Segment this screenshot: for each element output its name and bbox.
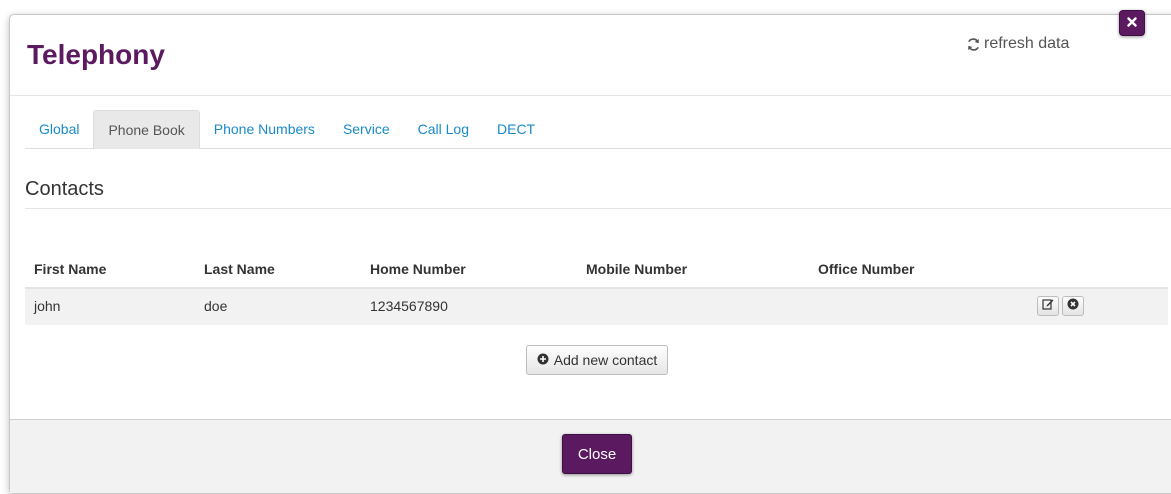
edit-contact-button[interactable] [1037,296,1059,316]
column-last-name: Last Name [204,261,275,277]
modal-title: Telephony [27,39,165,70]
cell-last-name: doe [204,298,228,314]
add-new-contact-label: Add new contact [553,352,658,368]
refresh-icon [966,37,981,52]
modal-footer: Close [10,419,1171,493]
refresh-data-label: refresh data [984,35,1070,52]
section-divider [25,208,1171,209]
refresh-data-link[interactable]: refresh data [966,35,1069,53]
contacts-heading: Contacts [25,178,104,200]
telephony-modal: Telephony refresh data Global Phone Book… [9,14,1171,494]
tab-dect[interactable]: DECT [483,110,549,148]
edit-icon [1042,297,1054,315]
row-actions [1037,296,1084,316]
close-icon [1127,14,1137,32]
table-header: First Name Last Name Home Number Mobile … [25,257,1168,289]
column-office-number: Office Number [818,261,915,277]
contacts-table: First Name Last Name Home Number Mobile … [25,257,1168,325]
close-button[interactable]: Close [562,434,632,474]
column-mobile-number: Mobile Number [586,261,688,277]
tab-bar: Global Phone Book Phone Numbers Service … [25,110,1171,149]
delete-icon [1067,297,1079,315]
tab-service[interactable]: Service [329,110,404,148]
tab-phone-numbers[interactable]: Phone Numbers [200,110,329,148]
column-home-number: Home Number [370,261,466,277]
delete-contact-button[interactable] [1062,296,1084,316]
table-row: john doe 1234567890 [25,289,1168,325]
tab-call-log[interactable]: Call Log [404,110,483,148]
tab-phone-book[interactable]: Phone Book [93,110,200,149]
cell-first-name: john [34,298,61,314]
modal-close-x-button[interactable] [1119,10,1145,36]
add-new-contact-button[interactable]: Add new contact [526,345,668,375]
plus-circle-icon [537,352,549,368]
cell-home-number: 1234567890 [370,298,448,314]
column-first-name: First Name [34,261,107,277]
modal-header: Telephony refresh data [10,15,1171,96]
tab-global[interactable]: Global [25,110,93,148]
